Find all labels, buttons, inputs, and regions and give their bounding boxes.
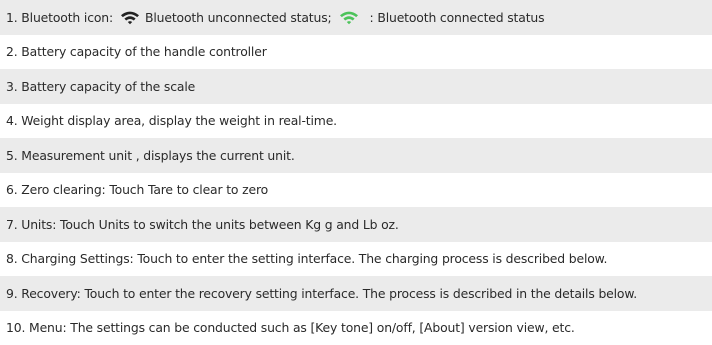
item-7-text: 7. Units: Touch Units to switch the unit…: [6, 216, 399, 232]
item-8-text: 8. Charging Settings: Touch to enter the…: [6, 251, 608, 267]
item-5-text: 5. Measurement unit , displays the curre…: [6, 147, 295, 163]
item-1-connected-text: : Bluetooth connected status: [369, 9, 545, 25]
wifi-icon-unconnected: [119, 8, 141, 26]
list-item-2: 2. Battery capacity of the handle contro…: [0, 34, 712, 69]
item-4-text: 4. Weight display area, display the weig…: [6, 113, 337, 129]
list-item-7: 7. Units: Touch Units to switch the unit…: [0, 207, 712, 242]
item-9-text: 9. Recovery: Touch to enter the recovery…: [6, 285, 637, 301]
list-item-5: 5. Measurement unit , displays the curre…: [0, 138, 712, 173]
list-item-4: 4. Weight display area, display the weig…: [0, 103, 712, 138]
item-1-label: 1. Bluetooth icon:: [6, 9, 114, 25]
list-item-10: 10. Menu: The settings can be conducted …: [0, 310, 712, 345]
wifi-icon-connected: [338, 8, 360, 26]
list-item-3: 3. Battery capacity of the scale: [0, 69, 712, 104]
item-2-text: 2. Battery capacity of the handle contro…: [6, 44, 267, 60]
item-6-text: 6. Zero clearing: Touch Tare to clear to…: [6, 182, 269, 198]
instruction-list: 1. Bluetooth icon: Bluetooth unconnected…: [0, 0, 712, 345]
item-1-unconnected-text: Bluetooth unconnected status;: [145, 9, 332, 25]
list-item-1: 1. Bluetooth icon: Bluetooth unconnected…: [0, 0, 712, 35]
list-item-6: 6. Zero clearing: Touch Tare to clear to…: [0, 172, 712, 207]
item-10-text: 10. Menu: The settings can be conducted …: [6, 320, 575, 336]
item-3-text: 3. Battery capacity of the scale: [6, 78, 196, 94]
list-item-9: 9. Recovery: Touch to enter the recovery…: [0, 276, 712, 311]
list-item-8: 8. Charging Settings: Touch to enter the…: [0, 241, 712, 276]
